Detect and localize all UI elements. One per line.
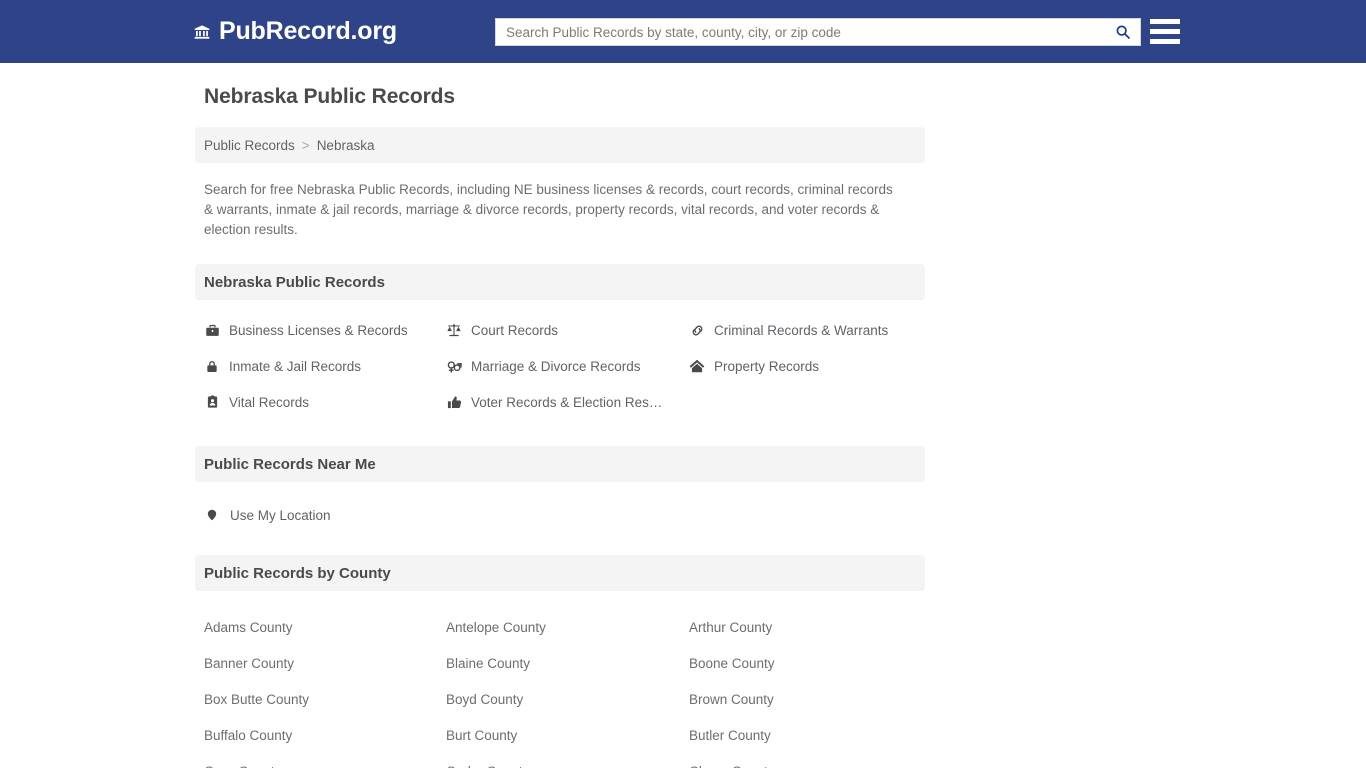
county-link[interactable]: Cass County [204, 753, 446, 768]
record-link-court-records[interactable]: Court Records [446, 312, 689, 348]
record-link-property-records[interactable]: Property Records [689, 348, 934, 384]
record-label: Business Licenses & Records [229, 322, 408, 338]
hamburger-menu-icon[interactable] [1150, 16, 1180, 47]
thumbs-up-icon [446, 394, 462, 410]
record-link-voter-records[interactable]: Voter Records & Election Res… [446, 384, 689, 420]
bank-building-icon [194, 24, 210, 40]
site-header: PubRecord.org [0, 0, 1366, 63]
record-label: Vital Records [229, 394, 310, 410]
record-link-vital-records[interactable]: Vital Records [204, 384, 446, 420]
search-bar[interactable] [495, 18, 1141, 46]
county-grid: Adams County Antelope County Arthur Coun… [195, 609, 925, 768]
main-content: Nebraska Public Records Public Records >… [195, 63, 925, 768]
county-link[interactable]: Burt County [446, 717, 689, 753]
record-link-business-licenses[interactable]: Business Licenses & Records [204, 312, 446, 348]
record-label: Inmate & Jail Records [229, 358, 362, 374]
county-link[interactable]: Cedar County [446, 753, 689, 768]
county-link[interactable]: Butler County [689, 717, 934, 753]
county-link[interactable]: Banner County [204, 645, 446, 681]
section-header-near-me: Public Records Near Me [195, 446, 925, 482]
search-icon [1115, 24, 1131, 40]
search-button[interactable] [1106, 19, 1140, 45]
use-my-location-link[interactable]: Use My Location [204, 501, 916, 529]
record-label: Voter Records & Election Res… [471, 394, 663, 410]
near-me-list: Use My Location [195, 501, 925, 529]
breadcrumb-separator: > [301, 137, 310, 153]
balance-scale-icon [446, 322, 462, 338]
handcuffs-icon [689, 322, 705, 338]
menu-bar-3 [1150, 39, 1180, 44]
venus-mars-icon [446, 358, 462, 374]
county-link[interactable]: Adams County [204, 609, 446, 645]
lock-icon [204, 358, 220, 374]
map-pin-icon [204, 507, 220, 523]
county-link[interactable]: Boyd County [446, 681, 689, 717]
record-label: Criminal Records & Warrants [714, 322, 889, 338]
breadcrumb-link-public-records[interactable]: Public Records [204, 138, 295, 153]
county-link[interactable]: Chase County [689, 753, 934, 768]
search-input[interactable] [496, 19, 1106, 45]
county-link[interactable]: Buffalo County [204, 717, 446, 753]
county-link[interactable]: Box Butte County [204, 681, 446, 717]
record-label: Marriage & Divorce Records [471, 358, 641, 374]
county-link[interactable]: Antelope County [446, 609, 689, 645]
record-link-criminal-records[interactable]: Criminal Records & Warrants [689, 312, 934, 348]
record-link-marriage-divorce-records[interactable]: Marriage & Divorce Records [446, 348, 689, 384]
county-link[interactable]: Brown County [689, 681, 934, 717]
county-link[interactable]: Boone County [689, 645, 934, 681]
section-header-records: Nebraska Public Records [195, 264, 925, 300]
near-me-label: Use My Location [230, 507, 331, 523]
id-badge-icon [204, 394, 220, 410]
home-icon [689, 358, 705, 374]
records-grid: Business Licenses & Records Court Record… [195, 312, 925, 420]
record-label: Court Records [471, 322, 559, 338]
menu-bar-1 [1150, 19, 1180, 24]
section-header-counties: Public Records by County [195, 555, 925, 591]
record-link-inmate-jail-records[interactable]: Inmate & Jail Records [204, 348, 446, 384]
site-logo-text: PubRecord.org [219, 17, 397, 45]
page-description: Search for free Nebraska Public Records,… [204, 182, 893, 237]
page-title: Nebraska Public Records [204, 85, 455, 108]
site-logo[interactable]: PubRecord.org [194, 19, 397, 44]
breadcrumb-current: Nebraska [316, 137, 375, 153]
record-label: Property Records [714, 358, 820, 374]
breadcrumb: Public Records > Nebraska [195, 127, 925, 163]
county-link[interactable]: Arthur County [689, 609, 934, 645]
menu-bar-2 [1150, 29, 1180, 34]
county-link[interactable]: Blaine County [446, 645, 689, 681]
briefcase-icon [204, 322, 220, 338]
